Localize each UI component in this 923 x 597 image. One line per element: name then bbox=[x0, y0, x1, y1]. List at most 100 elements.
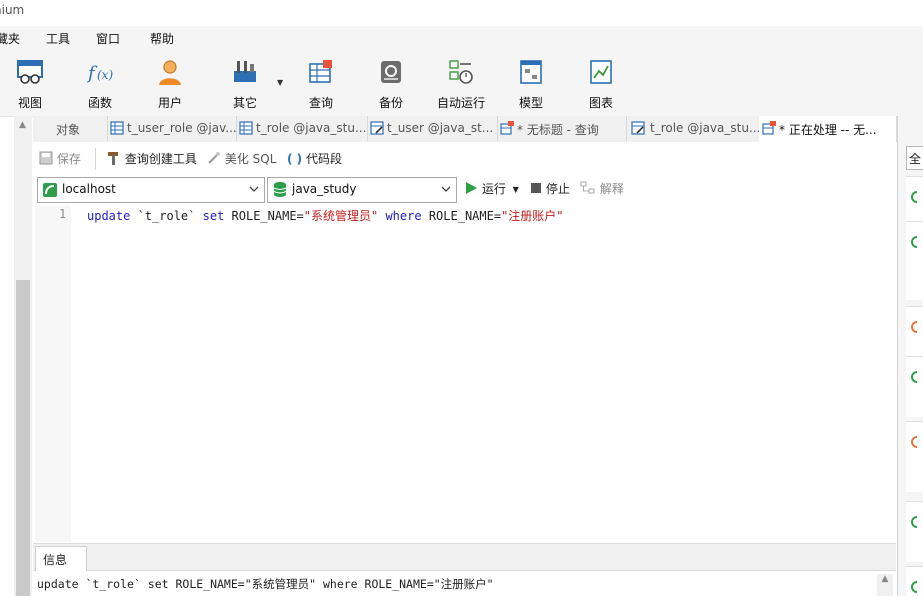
right-side-panel: 全 bbox=[897, 116, 923, 597]
tab-processing-query[interactable]: * 正在处理 -- 无... bbox=[759, 116, 897, 142]
status-icon bbox=[911, 321, 918, 333]
explain-button[interactable]: 解释 bbox=[580, 180, 624, 197]
menu-bar: 藏夹 工具 窗口 帮助 bbox=[0, 26, 923, 50]
list-item[interactable] bbox=[906, 501, 923, 562]
table-icon bbox=[239, 121, 253, 135]
tab-objects[interactable]: 对象 bbox=[33, 116, 108, 141]
model-icon bbox=[520, 60, 542, 84]
explain-label: 解释 bbox=[599, 182, 624, 196]
main-toolbar: 视图 f (x) 函数 用户 其它 查询 备份 自动运行 模型 图表 bbox=[0, 50, 923, 117]
list-item[interactable] bbox=[906, 421, 923, 492]
run-label: 运行 bbox=[481, 182, 506, 196]
all-filter-button[interactable]: 全 bbox=[906, 146, 923, 170]
status-icon bbox=[911, 236, 918, 248]
database-icon bbox=[273, 182, 287, 197]
tab-t-user[interactable]: t_user @java_st... bbox=[367, 116, 498, 141]
stop-button[interactable]: 停止 bbox=[530, 180, 570, 197]
toolbar-model-label: 模型 bbox=[518, 96, 543, 110]
chevron-down-icon bbox=[249, 186, 259, 192]
tab-t-role-design[interactable]: t_role @java_stu... bbox=[626, 116, 760, 141]
all-filter-label: 全 bbox=[909, 152, 922, 166]
window-title: nium bbox=[0, 3, 25, 17]
database-value: java_study bbox=[292, 182, 357, 196]
svg-text:(x): (x) bbox=[97, 68, 113, 82]
scrollbar-thumb[interactable] bbox=[16, 280, 30, 596]
code-snippet-label: 代码段 bbox=[305, 152, 342, 166]
toolbar-chart-button[interactable]: 图表 bbox=[571, 58, 631, 114]
database-select[interactable]: java_study bbox=[267, 177, 457, 203]
line-number-gutter: 1 bbox=[35, 206, 71, 542]
status-icon bbox=[911, 516, 918, 528]
save-button[interactable]: 保存 bbox=[39, 150, 81, 167]
sql-keyword: where bbox=[378, 209, 422, 223]
list-item[interactable] bbox=[906, 566, 923, 597]
menu-window[interactable]: 窗口 bbox=[96, 30, 120, 47]
toolbar-backup-label: 备份 bbox=[378, 96, 403, 110]
magic-wand-icon bbox=[208, 152, 220, 164]
play-icon bbox=[466, 182, 477, 194]
parentheses-icon: ( ) bbox=[287, 152, 303, 166]
sql-editor[interactable]: 1 update `t_role` set ROLE_NAME="系统管理员" … bbox=[35, 206, 893, 542]
message-tab-bar: 信息 bbox=[33, 544, 896, 571]
toolbar-autorun-label: 自动运行 bbox=[436, 96, 485, 110]
code-snippet-button[interactable]: ( ) 代码段 bbox=[287, 150, 342, 167]
toolbar-other-button[interactable]: 其它 bbox=[215, 58, 275, 114]
stop-label: 停止 bbox=[545, 182, 570, 196]
object-panel-scrollbar[interactable]: ▲ bbox=[14, 116, 32, 596]
sql-code-line[interactable]: update `t_role` set ROLE_NAME="系统管理员" wh… bbox=[87, 207, 564, 224]
scroll-up-icon[interactable]: ▲ bbox=[19, 120, 26, 130]
other-dropdown-arrow-icon[interactable]: ▼ bbox=[277, 78, 283, 87]
chevron-down-icon bbox=[441, 186, 451, 192]
toolbar-divider bbox=[95, 148, 96, 170]
sql-keyword: set bbox=[202, 209, 225, 223]
query-builder-button[interactable]: 查询创建工具 bbox=[107, 150, 197, 167]
toolbar-function-button[interactable]: f (x) 函数 bbox=[70, 58, 130, 114]
chart-icon bbox=[590, 60, 612, 84]
run-dropdown-arrow-icon[interactable]: ▼ bbox=[513, 185, 519, 194]
menu-tools[interactable]: 工具 bbox=[46, 30, 70, 47]
table-edit-icon bbox=[631, 121, 645, 135]
sql-column: ROLE_NAME= bbox=[224, 209, 304, 223]
tab-bar: 对象 t_user_role @jav... t_role @java_stu.… bbox=[33, 116, 897, 143]
connection-icon bbox=[43, 183, 57, 197]
run-button[interactable]: 运行 ▼ bbox=[465, 180, 519, 197]
beautify-sql-label: 美化 SQL bbox=[224, 152, 277, 166]
toolbar-backup-button[interactable]: 备份 bbox=[361, 58, 421, 114]
list-item[interactable] bbox=[906, 356, 923, 417]
tab-label: 对象 bbox=[56, 123, 81, 137]
tab-label: t_role @java_stu... bbox=[256, 121, 367, 135]
toolbar-user-label: 用户 bbox=[157, 96, 182, 110]
sql-table-name: `t_role` bbox=[130, 209, 203, 223]
toolbar-model-button[interactable]: 模型 bbox=[501, 58, 561, 114]
connection-select[interactable]: localhost bbox=[37, 177, 265, 203]
list-item[interactable] bbox=[906, 306, 923, 357]
save-icon bbox=[39, 151, 53, 165]
list-item[interactable] bbox=[906, 221, 923, 300]
toolbar-autorun-button[interactable]: 自动运行 bbox=[431, 58, 491, 114]
function-icon: f (x) bbox=[86, 63, 113, 84]
query-builder-label: 查询创建工具 bbox=[124, 152, 197, 166]
tab-t-role[interactable]: t_role @java_stu... bbox=[236, 116, 368, 141]
toolbar-function-label: 函数 bbox=[87, 96, 112, 110]
tab-info[interactable]: 信息 bbox=[35, 546, 87, 571]
sql-column: ROLE_NAME= bbox=[421, 209, 502, 223]
toolbar-query-label: 查询 bbox=[308, 96, 333, 110]
user-icon bbox=[159, 60, 181, 85]
toolbar-query-button[interactable]: 查询 bbox=[291, 58, 351, 114]
beautify-sql-button[interactable]: 美化 SQL bbox=[207, 150, 276, 167]
tab-label: * 无标题 - 查询 bbox=[517, 123, 599, 137]
list-item[interactable] bbox=[906, 176, 923, 222]
toolbar-view-button[interactable]: 视图 bbox=[0, 58, 60, 114]
line-number: 1 bbox=[59, 207, 67, 221]
menu-help[interactable]: 帮助 bbox=[150, 30, 174, 47]
tab-label: * 正在处理 -- 无... bbox=[779, 123, 877, 137]
tools-icon bbox=[234, 61, 256, 82]
scroll-up-icon[interactable]: ▲ bbox=[877, 574, 893, 596]
tab-t-user-role[interactable]: t_user_role @jav... bbox=[107, 116, 237, 141]
menu-favorites[interactable]: 藏夹 bbox=[0, 30, 20, 47]
message-panel: 信息 update `t_role` set ROLE_NAME="系统管理员"… bbox=[33, 543, 896, 597]
toolbar-user-button[interactable]: 用户 bbox=[140, 58, 200, 114]
tab-untitled-query[interactable]: * 无标题 - 查询 bbox=[497, 116, 627, 141]
table-edit-icon bbox=[370, 121, 384, 135]
connection-value: localhost bbox=[62, 182, 116, 196]
